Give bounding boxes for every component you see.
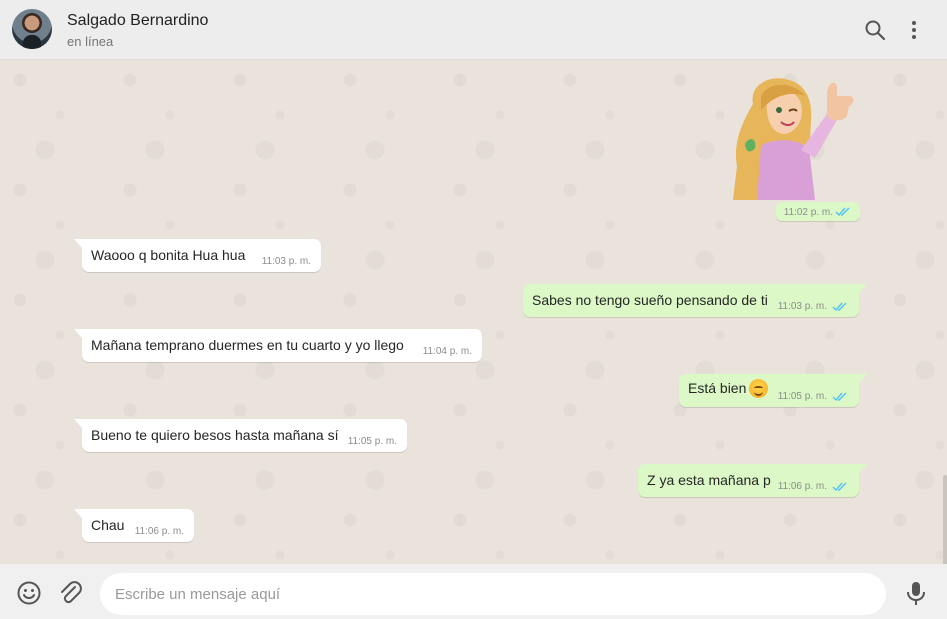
message-text: Bueno te quiero besos hasta mañana sí	[91, 427, 339, 443]
search-icon[interactable]	[863, 18, 887, 42]
message-time: 11:03 p. m.	[261, 256, 311, 267]
message-time: 11:04 p. m.	[422, 346, 472, 357]
attach-icon[interactable]	[57, 580, 83, 606]
message-time: 11:05 p. m.	[347, 436, 397, 447]
message-text: Z ya esta mañana p	[647, 472, 771, 488]
contact-avatar[interactable]	[12, 9, 52, 49]
message-time: 11:03 p. m.	[777, 301, 827, 312]
emoji-icon[interactable]	[16, 580, 42, 606]
double-check-icon	[832, 302, 847, 312]
outgoing-message[interactable]: Z ya esta mañana p 11:06 p. m.	[638, 464, 867, 497]
incoming-message[interactable]: Mañana temprano duermes en tu cuarto y y…	[74, 329, 482, 362]
mic-icon[interactable]	[903, 580, 929, 606]
contact-status: en línea	[67, 34, 114, 49]
sticker-timestamp: 11:02 p. m.	[776, 202, 860, 221]
chat-area[interactable]: 11:02 p. m. Waooo q bonita Hua hua 11:03…	[0, 60, 947, 564]
chat-scrollbar[interactable]	[943, 475, 947, 564]
message-time: 11:06 p. m.	[134, 526, 184, 537]
composer-bar	[0, 564, 947, 619]
incoming-message[interactable]: Chau 11:06 p. m.	[74, 509, 194, 542]
double-check-icon	[832, 482, 847, 492]
outgoing-message[interactable]: Está bien 11:05 p. m.	[679, 374, 867, 407]
message-text: Mañana temprano duermes en tu cuarto y y…	[91, 337, 404, 353]
chat-header: Salgado Bernardino en línea	[0, 0, 947, 60]
menu-icon[interactable]	[902, 18, 926, 42]
message-input[interactable]	[100, 573, 886, 615]
message-text: Sabes no tengo sueño pensando de ti	[532, 292, 768, 308]
message-time: 11:06 p. m.	[777, 481, 827, 492]
double-check-icon	[832, 392, 847, 402]
smiling-face-emoji-icon	[749, 379, 769, 398]
double-check-icon	[835, 207, 850, 217]
message-time: 11:02 p. m.	[783, 207, 833, 218]
message-text: Chau	[91, 517, 125, 533]
incoming-message[interactable]: Bueno te quiero besos hasta mañana sí 11…	[74, 419, 407, 452]
contact-name[interactable]: Salgado Bernardino	[67, 12, 208, 30]
outgoing-message[interactable]: Sabes no tengo sueño pensando de ti 11:0…	[523, 284, 867, 317]
incoming-message[interactable]: Waooo q bonita Hua hua 11:03 p. m.	[74, 239, 321, 272]
message-time: 11:05 p. m.	[777, 391, 827, 402]
message-text: Waooo q bonita Hua hua	[91, 247, 246, 263]
message-text: Está bien	[688, 380, 747, 397]
sticker-image[interactable]	[731, 74, 856, 200]
